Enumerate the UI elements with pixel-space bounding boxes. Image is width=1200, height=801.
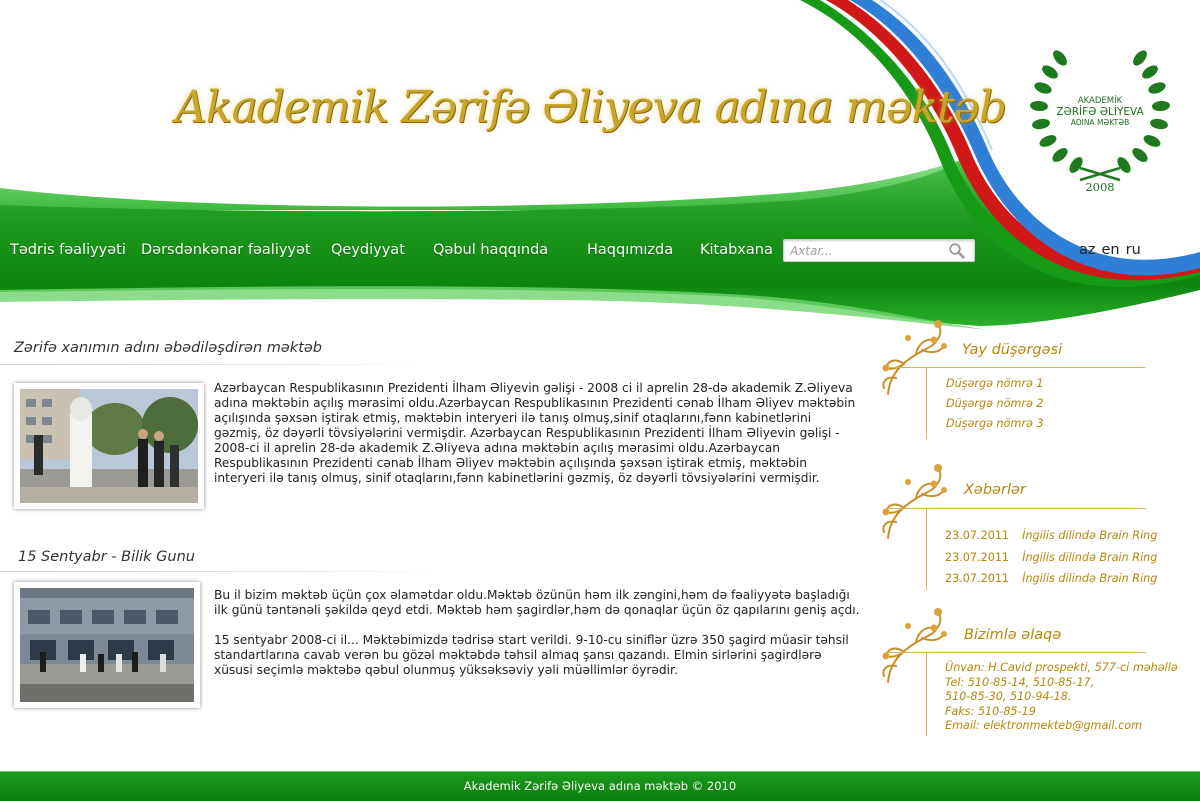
logo-line-2: ZƏRİFƏ ƏLİYEVA bbox=[1056, 106, 1144, 118]
floral-ornament-icon bbox=[882, 320, 947, 395]
article-title[interactable]: Zərifə xanımın adını əbədiləşdirən məktə… bbox=[14, 340, 322, 356]
camp-link-2[interactable]: Düşərgə nömrə 2 bbox=[946, 397, 1044, 410]
news-date: 23.07.2011 bbox=[945, 551, 1010, 564]
news-link[interactable]: İngilis dilində Brain Ring bbox=[1022, 529, 1157, 542]
nav-item-haqqimizda[interactable]: Haqqımızda bbox=[587, 242, 673, 258]
contact-fax: Faks: 510-85-19 bbox=[945, 704, 1036, 718]
news-item[interactable]: 23.07.2011 İngilis dilində Brain Ring bbox=[945, 524, 1157, 543]
section-divider bbox=[0, 364, 420, 365]
contact-phone-cont: 510-85-30, 510-94-18. bbox=[945, 690, 1072, 703]
sidebar-heading-summer-camp: Yay düşərgəsi bbox=[962, 342, 1063, 358]
section-divider bbox=[0, 571, 440, 572]
nav-item-dersdenkenar[interactable]: Dərsdənkənar fəaliyyət bbox=[141, 242, 311, 258]
news-link[interactable]: İngilis dilində Brain Ring bbox=[1022, 551, 1157, 564]
article-photo[interactable] bbox=[14, 582, 200, 708]
lang-ru[interactable]: ru bbox=[1126, 242, 1141, 258]
article-title[interactable]: 15 Sentyabr - Bilik Gunu bbox=[18, 549, 195, 565]
contact-address: Ünvan: H.Cavid prospekti, 577-ci məhəllə bbox=[945, 661, 1178, 674]
language-switcher: az en ru bbox=[1079, 242, 1147, 258]
header-background bbox=[0, 0, 1200, 330]
search-box bbox=[783, 239, 975, 262]
magnifier-icon[interactable] bbox=[948, 242, 966, 260]
sidebar-heading-news: Xəbərlər bbox=[964, 482, 1026, 498]
sidebar-vertical-line bbox=[926, 652, 927, 736]
school-building-photo bbox=[20, 588, 194, 702]
nav-item-qebul[interactable]: Qəbul haqqında bbox=[433, 242, 548, 258]
search-input[interactable] bbox=[790, 242, 940, 259]
article-body: Azərbaycan Respublikasının Prezidenti İl… bbox=[214, 381, 862, 486]
nav-item-tedris[interactable]: Tədris fəaliyyəti bbox=[10, 242, 126, 258]
article-paragraph: Azərbaycan Respublikasının Prezidenti İl… bbox=[214, 381, 856, 485]
logo-line-1: AKADEMİK bbox=[1077, 96, 1123, 106]
contact-email[interactable]: Email: elektronmekteb@gmail.com bbox=[945, 719, 1178, 734]
article-paragraph: 15 sentyabr 2008-ci il... Məktəbimizdə t… bbox=[214, 633, 849, 677]
school-logo[interactable]: AKADEMİK ZƏRİFƏ ƏLİYEVA ADINA MƏKTƏB 200… bbox=[1030, 40, 1170, 200]
news-item[interactable]: 23.07.2011 İngilis dilində Brain Ring bbox=[945, 567, 1157, 586]
nav-item-kitabxana[interactable]: Kitabxana bbox=[700, 242, 773, 258]
news-item[interactable]: 23.07.2011 İngilis dilində Brain Ring bbox=[945, 546, 1157, 565]
lang-en[interactable]: en bbox=[1102, 242, 1120, 258]
article-paragraph: Bu il bizim məktəb üçün çox əlamətdar ol… bbox=[214, 588, 860, 617]
nav-item-qeydiyyat[interactable]: Qeydiyyat bbox=[331, 242, 405, 258]
sidebar-vertical-line bbox=[926, 508, 927, 590]
footer-copyright: Akademik Zərifə Əliyeva adına məktəb © 2… bbox=[463, 779, 737, 793]
camp-link-3[interactable]: Düşərgə nömrə 3 bbox=[946, 417, 1044, 430]
article-body: Bu il bizim məktəb üçün çox əlamətdar ol… bbox=[214, 588, 862, 678]
sidebar-vertical-line bbox=[926, 367, 927, 439]
logo-line-3: ADINA MƏKTƏB bbox=[1070, 118, 1130, 127]
article-photo[interactable] bbox=[14, 383, 204, 509]
footer: Akademik Zərifə Əliyeva adına məktəb © 2… bbox=[0, 771, 1200, 801]
camp-link-1[interactable]: Düşərgə nömrə 1 bbox=[946, 377, 1044, 390]
site-title: Akademik Zərifə Əliyeva adına məktəb bbox=[175, 82, 1007, 133]
lang-az[interactable]: az bbox=[1079, 242, 1096, 258]
news-date: 23.07.2011 bbox=[945, 529, 1010, 542]
floral-ornament-icon bbox=[882, 608, 947, 683]
news-link[interactable]: İngilis dilində Brain Ring bbox=[1022, 572, 1157, 585]
contact-phone: Tel: 510-85-14, 510-85-17, bbox=[945, 675, 1095, 689]
sidebar-heading-contact: Bizimlə əlaqə bbox=[964, 627, 1062, 643]
news-date: 23.07.2011 bbox=[945, 572, 1010, 585]
contact-block: Ünvan: H.Cavid prospekti, 577-ci məhəllə… bbox=[945, 661, 1178, 734]
floral-ornament-icon bbox=[882, 464, 947, 539]
ceremony-photo bbox=[20, 389, 198, 503]
logo-year: 2008 bbox=[1085, 180, 1115, 194]
